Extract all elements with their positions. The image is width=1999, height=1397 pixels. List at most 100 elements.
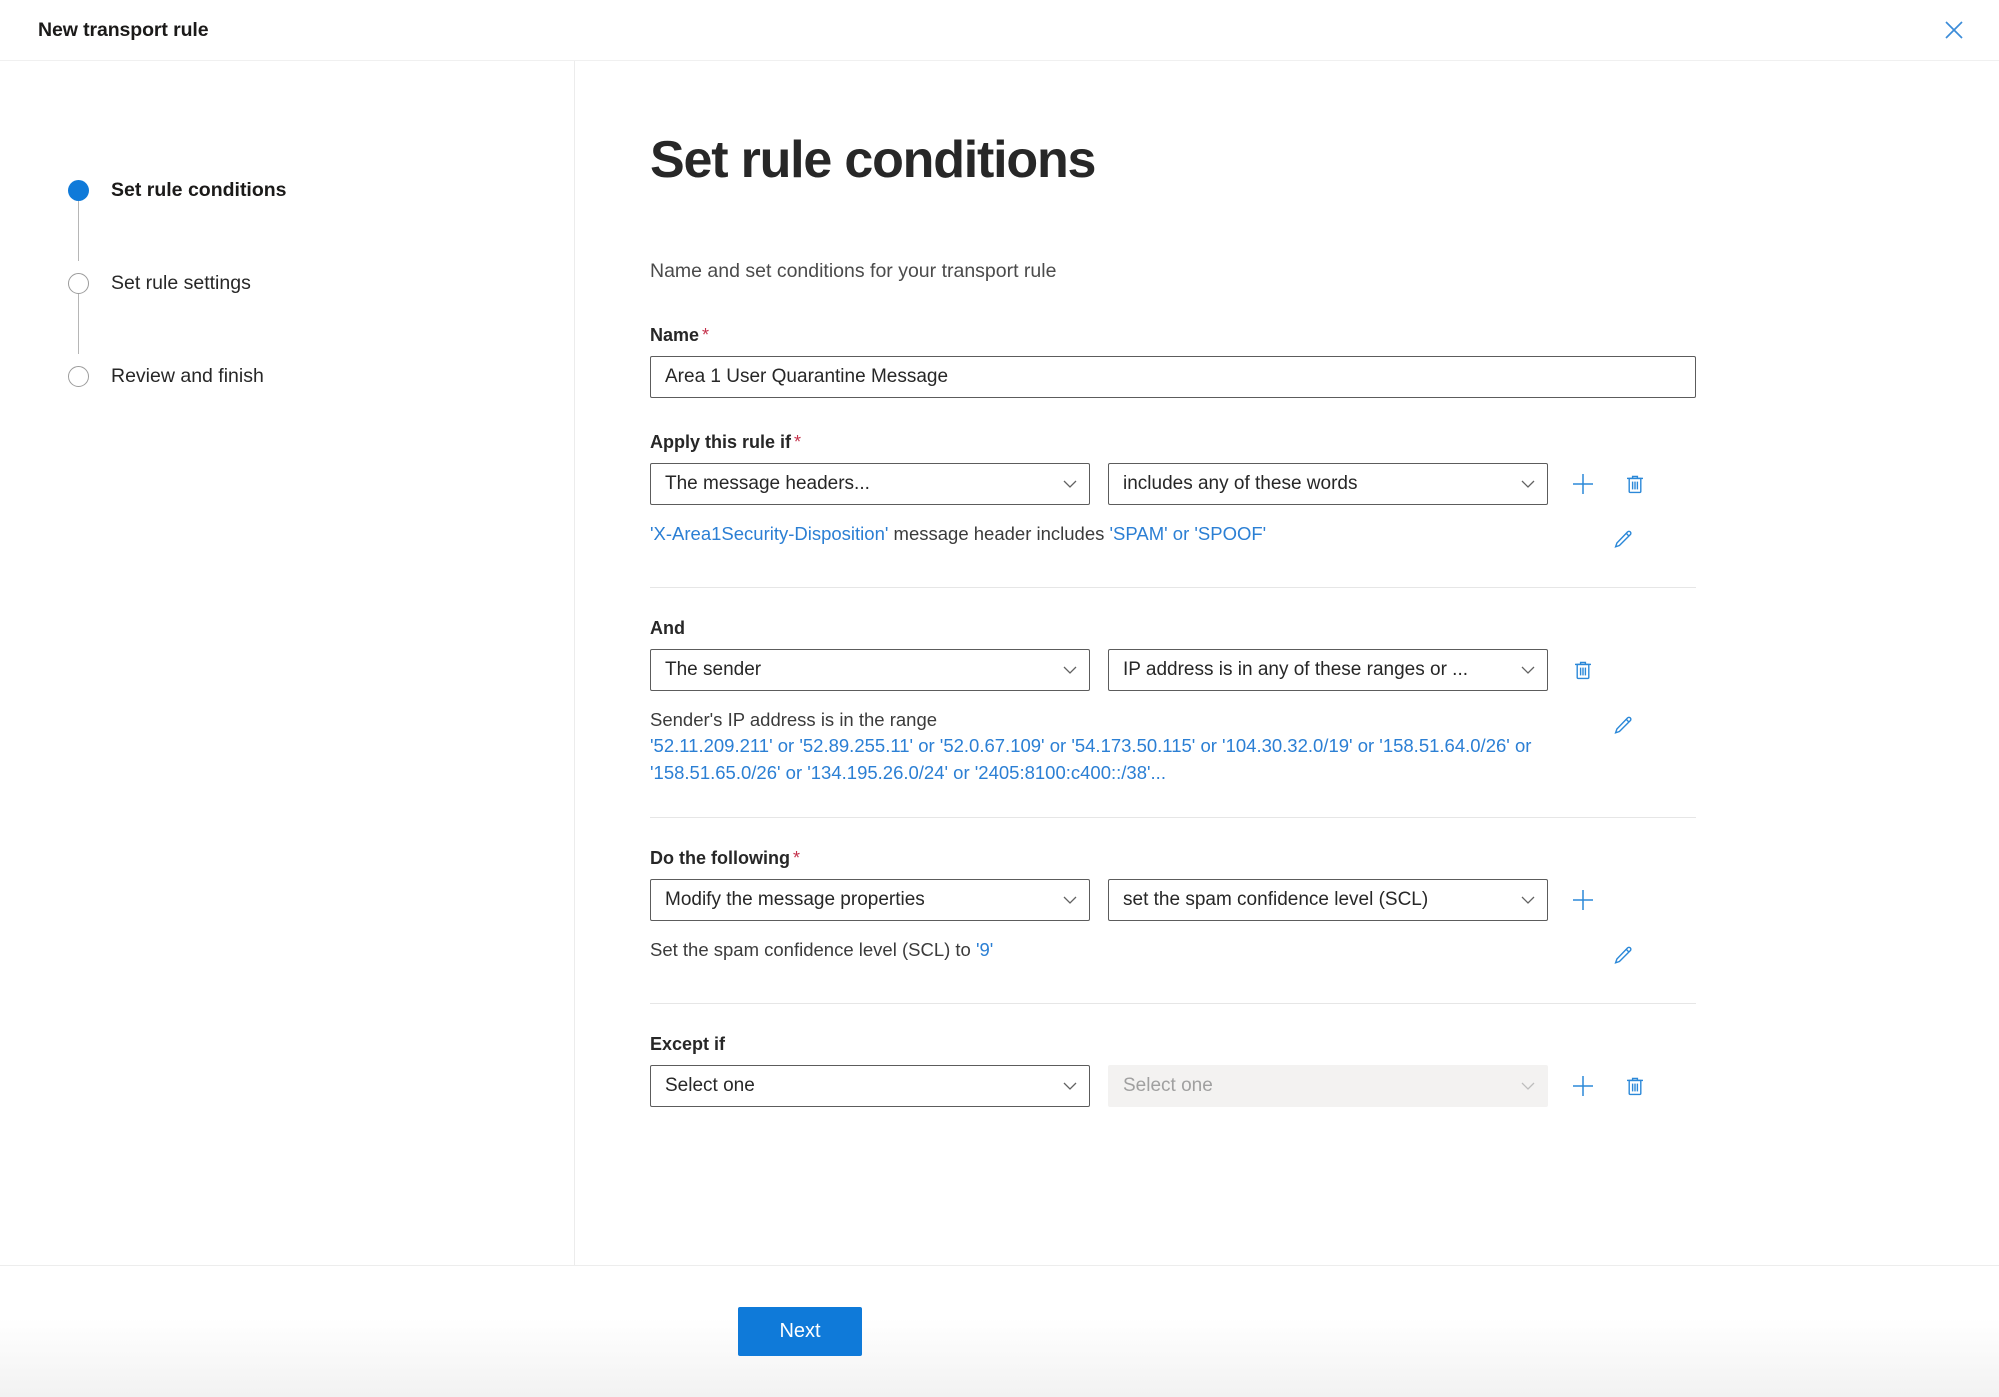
do-the-following-label-text: Do the following xyxy=(650,848,790,869)
dialog-header: New transport rule xyxy=(0,0,1999,61)
do-the-following-description: Set the spam confidence level (SCL) to '… xyxy=(650,937,993,964)
section-divider xyxy=(650,586,1696,588)
pencil-icon xyxy=(1612,529,1634,551)
select-value: Select one xyxy=(665,1075,755,1097)
except-if-section: Except if Select one Select one xyxy=(650,1034,1999,1108)
chevron-down-icon xyxy=(1521,896,1535,905)
wizard-steps: Set rule conditions Set rule settings Re… xyxy=(0,174,574,392)
trash-icon xyxy=(1624,473,1646,495)
name-label-text: Name xyxy=(650,324,700,345)
and-condition-row: The sender IP address is in any of these… xyxy=(650,648,1999,691)
do-the-following-label: Do the following * xyxy=(650,848,1999,869)
except-if-label: Except if xyxy=(650,1034,1999,1055)
edit-action-button[interactable] xyxy=(1606,939,1640,973)
and-operator-select[interactable]: IP address is in any of these ranges or … xyxy=(1108,648,1548,691)
close-icon xyxy=(1943,19,1965,41)
do-the-following-description-row: Set the spam confidence level (SCL) to '… xyxy=(650,937,1696,973)
add-action-button[interactable] xyxy=(1566,883,1600,917)
and-description-prefix: Sender's IP address is in the range xyxy=(650,708,938,730)
dialog-body: Set rule conditions Set rule settings Re… xyxy=(0,61,1999,1265)
select-value: IP address is in any of these ranges or … xyxy=(1123,658,1469,680)
pencil-icon xyxy=(1612,715,1634,737)
except-if-row: Select one Select one xyxy=(650,1065,1999,1108)
chevron-down-icon xyxy=(1521,479,1535,488)
rule-name-input[interactable] xyxy=(650,355,1696,398)
and-condition-description: Sender's IP address is in the range '52.… xyxy=(650,707,1580,787)
chevron-down-icon xyxy=(1063,665,1077,674)
condition-header-name: 'X-Area1Security-Disposition' xyxy=(650,522,889,544)
apply-rule-if-label: Apply this rule if * xyxy=(650,432,1999,453)
rule-form: Name* Apply this rule if* The message he… xyxy=(650,325,1999,1108)
add-condition-button[interactable] xyxy=(1566,467,1600,501)
edit-condition-button[interactable] xyxy=(1606,523,1640,557)
select-value: The message headers... xyxy=(665,472,870,494)
plus-icon xyxy=(1570,1073,1596,1099)
and-label-text: And xyxy=(650,617,685,638)
icon-spacer xyxy=(1618,653,1652,687)
action-description-value: '9' xyxy=(975,939,994,961)
sidebar-step-review-and-finish[interactable]: Review and finish xyxy=(68,360,574,392)
dialog-footer: Next xyxy=(0,1265,1999,1397)
and-label: And xyxy=(650,618,1999,639)
except-if-operator-select: Select one xyxy=(1108,1065,1548,1108)
name-label: Name * xyxy=(650,325,1999,346)
do-the-following-row: Modify the message properties set the sp… xyxy=(650,879,1999,922)
edit-and-condition-button[interactable] xyxy=(1606,709,1640,743)
name-section: Name * xyxy=(650,325,1999,398)
select-value: Modify the message properties xyxy=(665,889,925,911)
required-asterisk: * xyxy=(792,848,800,869)
and-condition-section: And The sender IP address is in any of t… xyxy=(650,618,1999,787)
sidebar-step-set-rule-conditions[interactable]: Set rule conditions xyxy=(68,174,574,261)
dialog-title: New transport rule xyxy=(38,18,209,41)
do-the-following-section: Do the following * Modify the message pro… xyxy=(650,848,1999,973)
select-value: set the spam confidence level (SCL) xyxy=(1123,889,1429,911)
wizard-sidebar: Set rule conditions Set rule settings Re… xyxy=(0,61,575,1265)
select-value: The sender xyxy=(665,658,762,680)
trash-icon xyxy=(1572,659,1594,681)
sidebar-step-label: Set rule settings xyxy=(111,271,251,294)
apply-rule-if-description-row: 'X-Area1Security-Disposition' message he… xyxy=(650,521,1696,557)
sidebar-step-set-rule-settings[interactable]: Set rule settings xyxy=(68,267,574,354)
add-exception-button[interactable] xyxy=(1566,1069,1600,1103)
icon-spacer xyxy=(1618,883,1652,917)
chevron-down-icon xyxy=(1521,1082,1535,1091)
new-transport-rule-dialog: New transport rule Set rule conditions S… xyxy=(0,0,1999,1397)
pencil-icon xyxy=(1612,945,1634,967)
step-marker-filled-icon xyxy=(68,179,89,201)
trash-icon xyxy=(1624,1075,1646,1097)
apply-rule-if-condition-select[interactable]: The message headers... xyxy=(650,462,1090,505)
close-button[interactable] xyxy=(1931,7,1977,53)
delete-condition-button[interactable] xyxy=(1618,467,1652,501)
step-connector-line xyxy=(78,293,80,354)
condition-values: 'SPAM' or 'SPOOF' xyxy=(1109,522,1267,544)
required-asterisk: * xyxy=(794,431,802,452)
except-if-condition-select[interactable]: Select one xyxy=(650,1065,1090,1108)
plus-icon xyxy=(1570,471,1596,497)
apply-rule-if-section: Apply this rule if * The message headers.… xyxy=(650,432,1999,557)
delete-and-condition-button[interactable] xyxy=(1566,653,1600,687)
apply-rule-if-label-text: Apply this rule if xyxy=(650,431,792,452)
action-type-select[interactable]: set the spam confidence level (SCL) xyxy=(1108,879,1548,922)
wizard-main-content: Set rule conditions Name and set conditi… xyxy=(575,61,1999,1265)
except-if-label-text: Except if xyxy=(650,1034,726,1055)
apply-rule-if-description: 'X-Area1Security-Disposition' message he… xyxy=(650,521,1266,548)
sidebar-step-label: Review and finish xyxy=(111,364,264,387)
delete-exception-button[interactable] xyxy=(1618,1069,1652,1103)
and-description-values: '52.11.209.211' or '52.89.255.11' or '52… xyxy=(650,735,1532,784)
required-asterisk: * xyxy=(702,324,710,345)
step-marker-empty-icon xyxy=(68,272,89,294)
plus-icon xyxy=(1570,887,1596,913)
apply-rule-if-row: The message headers... includes any of t… xyxy=(650,462,1999,505)
page-subtitle: Name and set conditions for your transpo… xyxy=(650,259,1057,282)
action-description-prefix: Set the spam confidence level (SCL) to xyxy=(650,939,971,961)
and-condition-select[interactable]: The sender xyxy=(650,648,1090,691)
step-marker-empty-icon xyxy=(68,365,89,387)
next-button[interactable]: Next xyxy=(738,1307,862,1356)
apply-rule-if-operator-select[interactable]: includes any of these words xyxy=(1108,462,1548,505)
action-category-select[interactable]: Modify the message properties xyxy=(650,879,1090,922)
and-condition-description-row: Sender's IP address is in the range '52.… xyxy=(650,707,1696,787)
section-divider xyxy=(650,1003,1696,1005)
chevron-down-icon xyxy=(1063,896,1077,905)
chevron-down-icon xyxy=(1063,479,1077,488)
select-value: includes any of these words xyxy=(1123,472,1358,494)
